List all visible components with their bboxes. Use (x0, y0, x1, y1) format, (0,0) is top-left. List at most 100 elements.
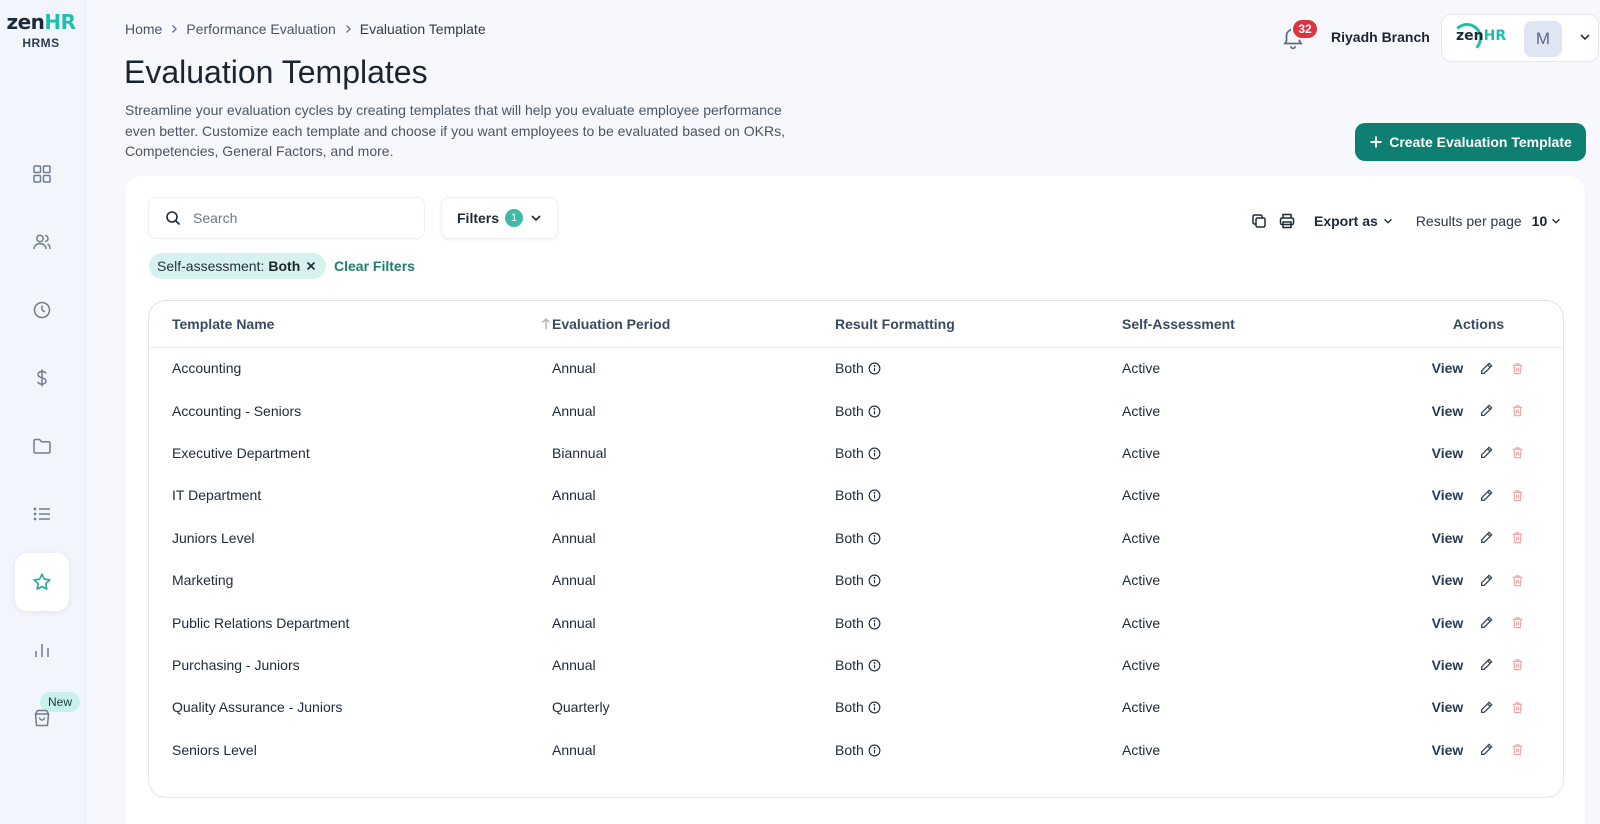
trash-icon[interactable] (1510, 615, 1525, 630)
page-description: Streamline your evaluation cycles by cre… (125, 102, 785, 159)
trash-icon[interactable] (1510, 742, 1525, 757)
info-icon[interactable] (868, 447, 881, 460)
info-icon[interactable] (868, 405, 881, 418)
edit-icon[interactable] (1479, 403, 1494, 418)
info-icon[interactable] (868, 744, 881, 757)
info-icon[interactable] (868, 489, 881, 502)
chevron-right-icon (345, 25, 351, 33)
search-box[interactable] (148, 197, 425, 239)
trash-icon[interactable] (1510, 573, 1525, 588)
print-icon[interactable] (1278, 212, 1296, 230)
cell-result-formatting: Both (835, 644, 1122, 686)
cell-result-formatting: Both (835, 686, 1122, 728)
cell-self-assessment: Active (1122, 402, 1161, 419)
cell-result-formatting: Both (835, 389, 1122, 431)
view-button[interactable]: View (1432, 572, 1464, 588)
edit-icon[interactable] (1479, 700, 1494, 715)
info-icon[interactable] (868, 659, 881, 672)
cell-result-formatting: Both (835, 474, 1122, 516)
cell-self-assessment: Active (1122, 444, 1161, 461)
brand-name: zenHR (6, 10, 76, 34)
trash-icon[interactable] (1510, 403, 1525, 418)
edit-icon[interactable] (1479, 445, 1494, 460)
trash-icon[interactable] (1510, 530, 1525, 545)
breadcrumb: Home Performance Evaluation Evaluation T… (125, 21, 486, 37)
cell-actions: View (1374, 559, 1563, 601)
breadcrumb-home[interactable]: Home (125, 21, 162, 37)
view-button[interactable]: View (1432, 699, 1464, 715)
info-icon[interactable] (868, 574, 881, 587)
cell-result-formatting: Both (835, 347, 1122, 389)
results-per-page-select[interactable]: 10 (1532, 213, 1563, 229)
sidebar-item-documents[interactable] (15, 417, 69, 475)
sort-arrow-icon[interactable] (540, 317, 552, 331)
view-button[interactable]: View (1432, 360, 1464, 376)
cell-actions: View (1374, 644, 1563, 686)
export-label: Export as (1314, 213, 1378, 229)
cell-result-formatting: Both (835, 729, 1122, 771)
table-row: Public Relations Department Annual Both … (149, 601, 1563, 643)
view-button[interactable]: View (1432, 530, 1464, 546)
cell-evaluation-period: Annual (552, 487, 596, 504)
templates-card: Filters 1 Export as Results per page 10 … (125, 176, 1585, 824)
edit-icon[interactable] (1479, 615, 1494, 630)
view-button[interactable]: View (1432, 657, 1464, 673)
cell-template-name: Accounting - Seniors (172, 402, 302, 419)
cell-result-formatting: Both (835, 432, 1122, 474)
info-icon[interactable] (868, 532, 881, 545)
cell-self-assessment: Active (1122, 741, 1161, 758)
avatar: M (1524, 21, 1562, 57)
table-row: IT Department Annual Both Active View (149, 474, 1563, 516)
copy-icon[interactable] (1250, 212, 1268, 230)
dashboard-icon (33, 165, 51, 183)
sidebar-item-employees[interactable] (15, 213, 69, 271)
info-icon[interactable] (868, 362, 881, 375)
breadcrumb-performance[interactable]: Performance Evaluation (186, 21, 335, 37)
edit-icon[interactable] (1479, 530, 1494, 545)
brand-subtitle: HRMS (22, 36, 60, 50)
trash-icon[interactable] (1510, 488, 1525, 503)
table-row: Executive Department Biannual Both Activ… (149, 432, 1563, 474)
search-icon (166, 211, 181, 226)
trash-icon[interactable] (1510, 445, 1525, 460)
info-icon[interactable] (868, 701, 881, 714)
close-icon[interactable] (304, 259, 318, 273)
sidebar-item-attendance[interactable] (15, 281, 69, 339)
edit-icon[interactable] (1479, 742, 1494, 757)
view-button[interactable]: View (1432, 487, 1464, 503)
view-button[interactable]: View (1432, 445, 1464, 461)
trash-icon[interactable] (1510, 657, 1525, 672)
sidebar-item-tasks[interactable] (15, 485, 69, 543)
sidebar-item-marketplace[interactable] (15, 689, 69, 747)
cell-result-formatting: Both (835, 517, 1122, 559)
app-logo[interactable]: zenHR HRMS (0, 10, 82, 50)
create-evaluation-template-button[interactable]: Create Evaluation Template (1355, 123, 1586, 161)
view-button[interactable]: View (1432, 742, 1464, 758)
edit-icon[interactable] (1479, 657, 1494, 672)
sidebar-item-payroll[interactable] (15, 349, 69, 407)
sidebar-item-dashboard[interactable] (15, 145, 69, 203)
chevron-down-icon (1552, 218, 1561, 224)
cell-template-name: Marketing (172, 572, 234, 589)
templates-table: Template Name Evaluation Period Result F… (148, 300, 1564, 798)
branch-selector[interactable]: Riyadh Branch (1331, 29, 1430, 45)
filters-button[interactable]: Filters 1 (441, 197, 558, 239)
sidebar-item-performance[interactable] (15, 553, 69, 611)
info-icon[interactable] (868, 617, 881, 630)
edit-icon[interactable] (1479, 573, 1494, 588)
view-button[interactable]: View (1432, 615, 1464, 631)
clear-filters-link[interactable]: Clear Filters (334, 258, 415, 274)
notification-count-badge: 32 (1291, 18, 1319, 40)
profile-menu[interactable]: zenHR M (1441, 14, 1599, 62)
sidebar-item-reports[interactable] (15, 621, 69, 679)
view-button[interactable]: View (1432, 403, 1464, 419)
column-template-name[interactable]: Template Name (149, 301, 552, 348)
export-dropdown[interactable]: Export as (1314, 213, 1394, 229)
search-input[interactable] (193, 210, 393, 226)
chevron-down-icon (1580, 34, 1590, 41)
trash-icon[interactable] (1510, 361, 1525, 376)
edit-icon[interactable] (1479, 361, 1494, 376)
trash-icon[interactable] (1510, 700, 1525, 715)
edit-icon[interactable] (1479, 488, 1494, 503)
folder-icon (33, 438, 51, 454)
